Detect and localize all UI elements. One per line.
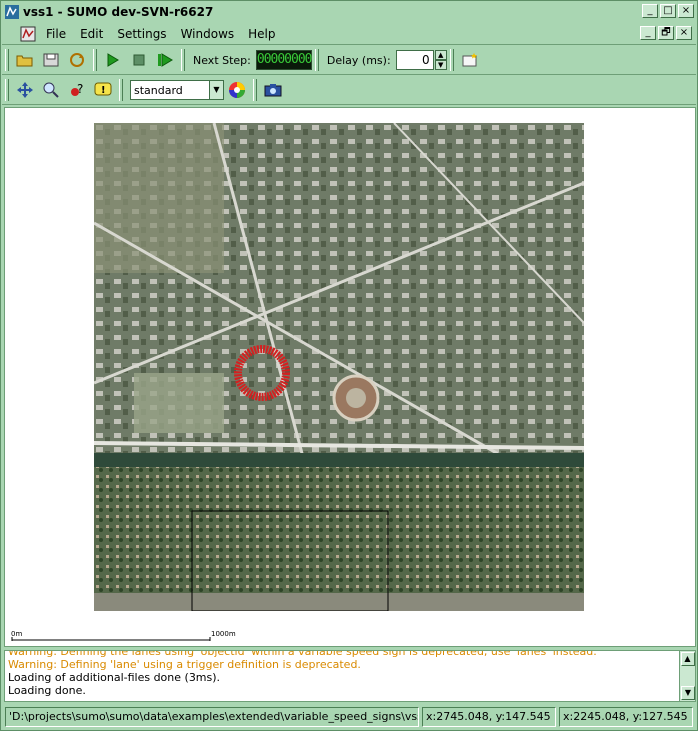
color-scheme-select[interactable]: standard ▼ [130,80,224,100]
delay-up-icon[interactable]: ▲ [434,50,447,60]
scale-bar: 0m 1000m [11,630,236,641]
delay-label: Delay (ms): [326,53,391,67]
message-line: Loading done. [8,684,86,697]
open-button[interactable] [13,49,37,71]
delay-down-icon[interactable]: ▼ [434,60,447,70]
main-window: vss1 - SUMO dev-SVN-r6627 _ □ × File Edi… [0,0,698,731]
view-toolbar-grip-2[interactable] [119,79,123,101]
zoom-icon [43,82,59,98]
message-scrollbar[interactable]: ▲ ▼ [679,651,695,701]
step-counter: 00000000 [255,50,313,70]
tooltip-icon: ! [94,82,112,96]
tooltip-toggle-button[interactable]: ! [91,79,115,101]
locate-icon [17,82,33,98]
new-view-icon [462,53,477,67]
mdi-close-button[interactable]: × [676,26,692,40]
menu-windows[interactable]: Windows [181,27,235,41]
stop-icon [133,54,145,66]
menu-help[interactable]: Help [248,27,275,41]
status-coord-net: x:2745.048, y:147.545 [422,706,556,727]
edit-colors-button[interactable] [225,79,249,101]
color-scheme-value: standard [134,83,183,97]
title-bar[interactable]: vss1 - SUMO dev-SVN-r6627 _ □ × [2,2,696,22]
mdi-minimize-button[interactable]: _ [640,26,656,40]
toolbar-grip[interactable] [5,49,9,71]
svg-text:?: ? [77,82,83,96]
toolbar-grip-3[interactable] [181,49,185,71]
window-title: vss1 - SUMO dev-SVN-r6627 [23,5,214,19]
new-view-button[interactable] [458,49,482,71]
delay-spinner[interactable]: ▲ ▼ [395,50,447,70]
scroll-up-icon[interactable]: ▲ [680,652,695,666]
save-icon [43,53,59,67]
toolbar-grip-5[interactable] [449,49,454,71]
toolbar-grip-2[interactable] [93,49,97,71]
maximize-button[interactable]: □ [660,4,676,18]
recenter-button[interactable] [13,79,37,101]
play-icon [107,53,119,67]
view-toolbar-grip[interactable] [5,79,9,101]
toolbar-grip-4[interactable] [314,49,319,71]
menu-settings[interactable]: Settings [117,27,166,41]
query-icon: ? [71,82,83,96]
save-button[interactable] [39,49,63,71]
color-wheel-icon [229,82,245,98]
aerial-image [94,123,584,611]
menu-file[interactable]: File [46,27,66,41]
chevron-down-icon[interactable]: ▼ [209,81,223,99]
minimize-button[interactable]: _ [642,4,658,18]
document-icon[interactable] [20,26,36,42]
menu-edit[interactable]: Edit [80,27,103,41]
mdi-restore-button[interactable]: 🗗 [658,26,674,40]
app-icon [5,5,19,19]
close-button[interactable]: × [678,4,694,18]
reload-button[interactable] [65,49,89,71]
network-view[interactable]: 0m 1000m [4,107,696,647]
scale-start-label: 0m [11,630,22,638]
menu-bar: File Edit Settings Windows Help _ 🗗 × [2,23,696,45]
next-step-label: Next Step: [193,53,251,67]
zoom-button[interactable] [39,79,63,101]
message-line: Warning: Defining 'lane' using a trigger… [8,658,361,671]
run-button[interactable] [101,49,125,71]
scale-end-label: 1000m [211,630,236,638]
view-toolbar: ? ! standard ▼ [2,76,696,105]
message-window: Warning: Defining the lanes using 'objec… [4,650,696,702]
delay-input[interactable] [395,50,434,70]
camera-icon [264,84,282,97]
step-button[interactable] [153,49,177,71]
view-toolbar-grip-3[interactable] [253,79,257,101]
status-coord-geo: x:2245.048, y:127.545 [559,706,693,727]
reload-icon [70,53,84,67]
scroll-down-icon[interactable]: ▼ [681,686,695,700]
status-path: 'D:\projects\sumo\sumo\data\examples\ext… [5,706,419,727]
stop-button[interactable] [127,49,151,71]
message-line: Loading of additional-files done (3ms). [8,671,221,684]
main-toolbar: Next Step: 00000000 Delay (ms): ▲ ▼ [2,46,696,75]
svg-text:!: ! [101,85,106,96]
message-line: Warning: Defining the lanes using 'objec… [8,650,597,658]
locate-junction-button[interactable]: ? [65,79,89,101]
open-folder-icon [16,55,33,67]
status-bar: 'D:\projects\sumo\sumo\data\examples\ext… [2,704,696,729]
step-icon [158,53,173,67]
screenshot-button[interactable] [261,79,285,101]
